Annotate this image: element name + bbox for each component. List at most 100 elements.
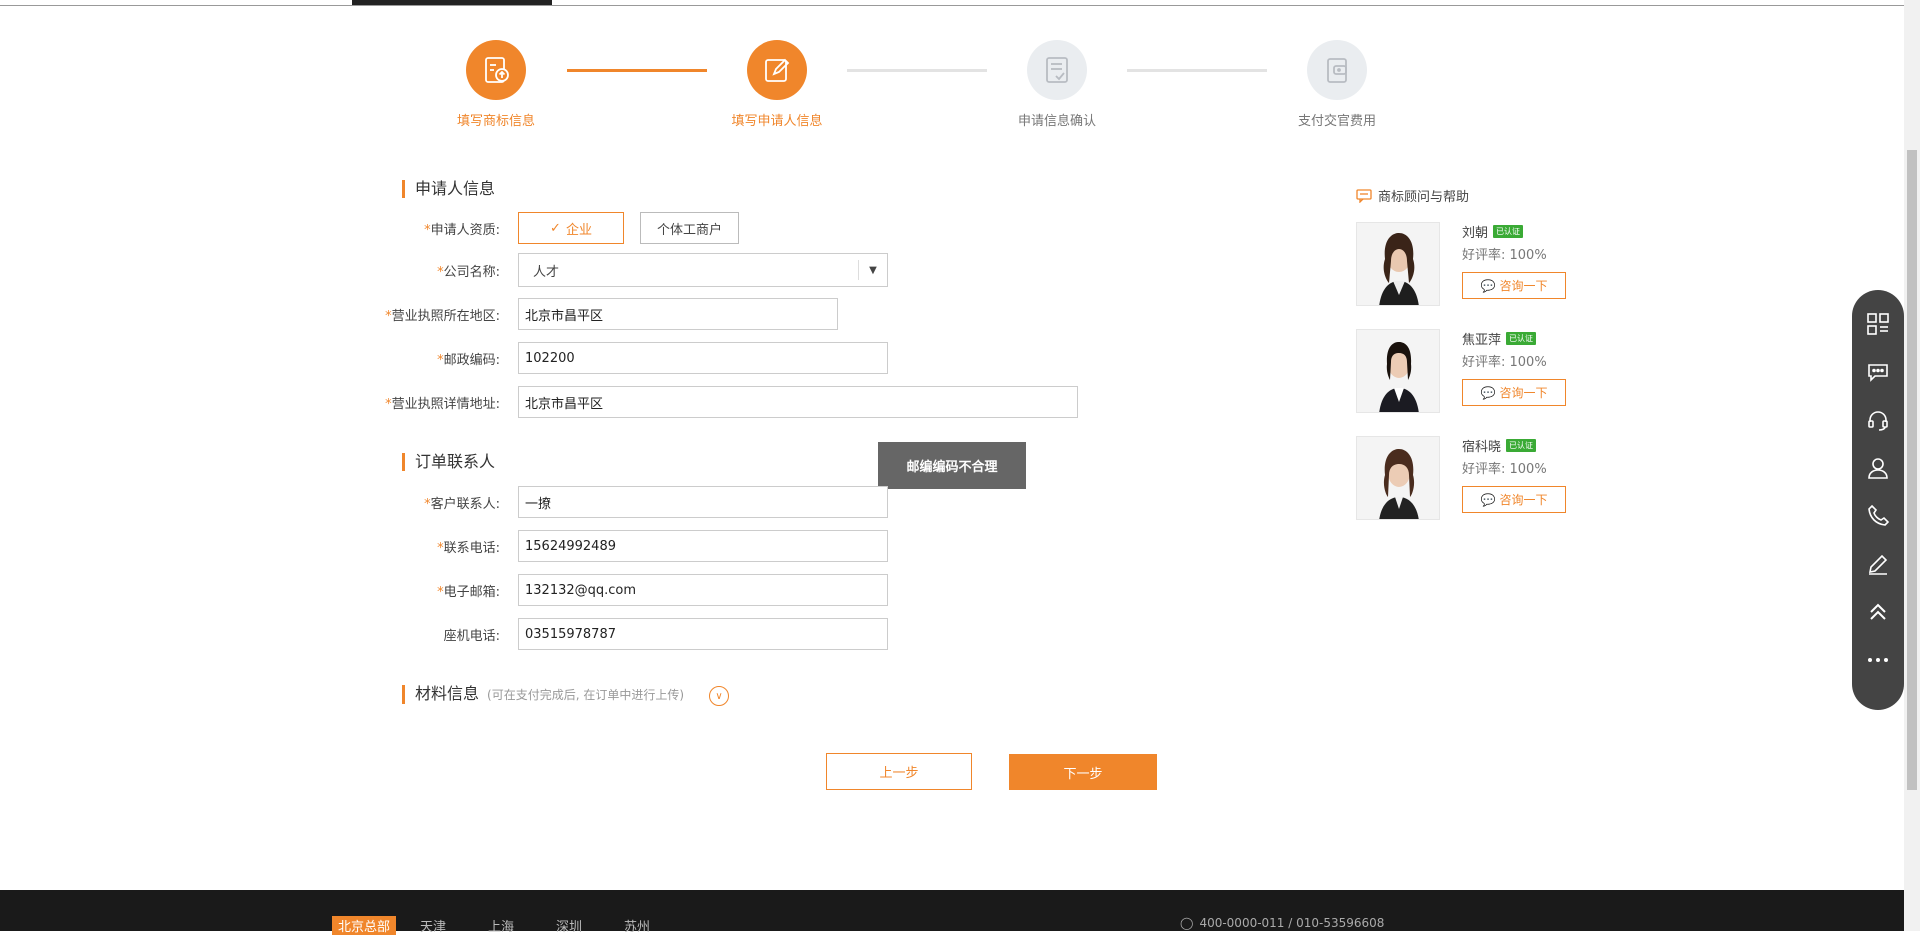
- page-scrollbar[interactable]: [1904, 0, 1920, 931]
- step-label: 申请信息确认: [1017, 114, 1096, 129]
- advisor-photo: [1356, 222, 1440, 306]
- contact-name-label: 客户联系人:: [430, 496, 500, 512]
- footer: 北京总部 天津 上海 深圳 苏州 ◯ 400-0000-011 / 010-535…: [0, 890, 1904, 935]
- floating-toolbar: [1852, 290, 1904, 710]
- step-label: 填写商标信息: [456, 114, 535, 129]
- address-input[interactable]: 北京市昌平区: [518, 386, 1078, 418]
- scrollbar-thumb[interactable]: [1907, 150, 1917, 790]
- advisor-card: 焦亚萍 已认证 好评率: 100% 💬 咨询一下: [1356, 329, 1596, 415]
- caret-down-icon: ▼: [858, 260, 887, 280]
- advisor-panel-header: 商标顾问与帮助: [1356, 186, 1596, 205]
- step-connector: [1127, 69, 1267, 72]
- edit-icon[interactable]: [1864, 550, 1892, 578]
- qualification-company-option[interactable]: ✓ 企业: [518, 212, 624, 244]
- verified-badge: 已认证: [1506, 332, 1537, 345]
- headset-icon[interactable]: [1864, 406, 1892, 434]
- qualification-row: *申请人资质: ✓ 企业 个体工商户: [300, 211, 755, 245]
- consult-button[interactable]: 💬 咨询一下: [1462, 272, 1566, 299]
- contact-landline-label: 座机电话:: [443, 628, 500, 644]
- prev-step-button[interactable]: 上一步: [826, 753, 972, 790]
- contact-email-label: 电子邮箱:: [443, 584, 500, 600]
- postcode-row: *邮政编码: 102200: [300, 341, 888, 375]
- wallet-icon: [1307, 40, 1367, 100]
- footer-tab-tianjin[interactable]: 天津: [420, 916, 446, 935]
- advisor-name: 刘朝: [1462, 226, 1489, 241]
- step-connector: [567, 69, 707, 72]
- qualification-label: 申请人资质:: [430, 222, 500, 238]
- validation-tooltip: 邮编编码不合理: [878, 442, 1026, 489]
- address-label: 营业执照详情地址:: [391, 396, 500, 412]
- postcode-label: 邮政编码:: [443, 352, 500, 368]
- consult-button[interactable]: 💬 咨询一下: [1462, 379, 1566, 406]
- region-input[interactable]: 北京市昌平区: [518, 298, 838, 330]
- advisor-rating: 好评率: 100%: [1462, 248, 1547, 263]
- phone-icon[interactable]: [1864, 502, 1892, 530]
- contact-landline-row: 座机电话: 03515978787: [300, 617, 888, 651]
- advisor-panel: 商标顾问与帮助 刘朝 已认证 好评率: 100% 💬 咨询一下 焦亚萍 已认证 好评率…: [1356, 186, 1596, 520]
- verified-badge: 已认证: [1506, 439, 1537, 452]
- back-to-top-icon[interactable]: [1864, 598, 1892, 626]
- verified-badge: 已认证: [1493, 225, 1524, 238]
- contact-name-input[interactable]: 一撩: [518, 486, 888, 518]
- consult-button[interactable]: 💬 咨询一下: [1462, 486, 1566, 513]
- contact-landline-input[interactable]: 03515978787: [518, 618, 888, 650]
- step-fill-applicant: 填写申请人信息: [687, 40, 867, 129]
- step-label: 支付交官费用: [1297, 114, 1376, 129]
- footer-tab-shanghai[interactable]: 上海: [488, 916, 514, 935]
- chat-icon: 💬: [1480, 278, 1496, 293]
- advisor-name: 焦亚萍: [1462, 333, 1502, 348]
- step-payment: 支付交官费用: [1247, 40, 1427, 129]
- chat-icon: 💬: [1480, 385, 1496, 400]
- applicant-section-title: 申请人信息: [402, 180, 495, 198]
- advisor-rating: 好评率: 100%: [1462, 462, 1547, 477]
- footer-tab-shenzhen[interactable]: 深圳: [556, 916, 582, 935]
- chevron-down-icon[interactable]: ∨: [709, 686, 729, 706]
- document-check-icon: [1027, 40, 1087, 100]
- next-step-button[interactable]: 下一步: [1009, 754, 1157, 790]
- postcode-input[interactable]: 102200: [518, 342, 888, 374]
- user-icon[interactable]: [1864, 454, 1892, 482]
- step-fill-trademark: 填写商标信息: [406, 40, 586, 129]
- qualification-individual-option[interactable]: 个体工商户: [640, 212, 740, 244]
- top-nav-active-indicator: [352, 0, 552, 5]
- footer-tab-beijing[interactable]: 北京总部: [332, 916, 397, 935]
- address-row: *营业执照详情地址: 北京市昌平区: [300, 385, 1078, 419]
- chat-icon[interactable]: [1864, 358, 1892, 386]
- contact-phone-label: 联系电话:: [443, 540, 500, 556]
- contact-phone-input[interactable]: 15624992489: [518, 530, 888, 562]
- contact-section-title: 订单联系人: [402, 453, 495, 471]
- advisor-photo: [1356, 329, 1440, 413]
- step-label: 填写申请人信息: [731, 114, 823, 129]
- chat-bubble-icon: [1356, 188, 1372, 203]
- contact-email-row: *电子邮箱: 132132@qq.com: [300, 573, 888, 607]
- document-upload-icon: [466, 40, 526, 100]
- footer-tab-suzhou[interactable]: 苏州: [624, 916, 650, 935]
- advisor-rating: 好评率: 100%: [1462, 355, 1547, 370]
- contact-name-row: *客户联系人: 一撩: [300, 485, 888, 519]
- checkmark-icon: ✓: [550, 220, 561, 236]
- company-row: *公司名称: 人才 ▼: [300, 253, 888, 287]
- materials-section-title: 材料信息 (可在支付完成后, 在订单中进行上传): [402, 685, 684, 704]
- phone-circle-icon: ◯: [1180, 916, 1194, 930]
- more-icon[interactable]: [1864, 646, 1892, 674]
- region-label: 营业执照所在地区:: [391, 308, 500, 324]
- top-nav-bar: [0, 0, 1904, 6]
- footer-phone: ◯ 400-0000-011 / 010-53596608: [1180, 916, 1385, 930]
- region-row: *营业执照所在地区: 北京市昌平区: [300, 297, 838, 331]
- materials-hint: (可在支付完成后, 在订单中进行上传): [487, 688, 685, 702]
- qrcode-icon[interactable]: [1864, 310, 1892, 338]
- advisor-card: 宿科晓 已认证 好评率: 100% 💬 咨询一下: [1356, 436, 1596, 522]
- contact-email-input[interactable]: 132132@qq.com: [518, 574, 888, 606]
- advisor-photo: [1356, 436, 1440, 520]
- company-label: 公司名称:: [443, 264, 500, 280]
- company-select[interactable]: 人才 ▼: [518, 253, 888, 287]
- chat-icon: 💬: [1480, 492, 1496, 507]
- contact-phone-row: *联系电话: 15624992489: [300, 529, 888, 563]
- step-connector: [847, 69, 987, 72]
- advisor-card: 刘朝 已认证 好评率: 100% 💬 咨询一下: [1356, 222, 1596, 308]
- step-confirm: 申请信息确认: [967, 40, 1147, 129]
- company-select-value: 人才: [533, 264, 560, 280]
- advisor-name: 宿科晓: [1462, 440, 1502, 455]
- progress-steps: 填写商标信息 填写申请人信息 申请信息确认 支付交官费用: [0, 40, 1904, 140]
- edit-pen-icon: [747, 40, 807, 100]
